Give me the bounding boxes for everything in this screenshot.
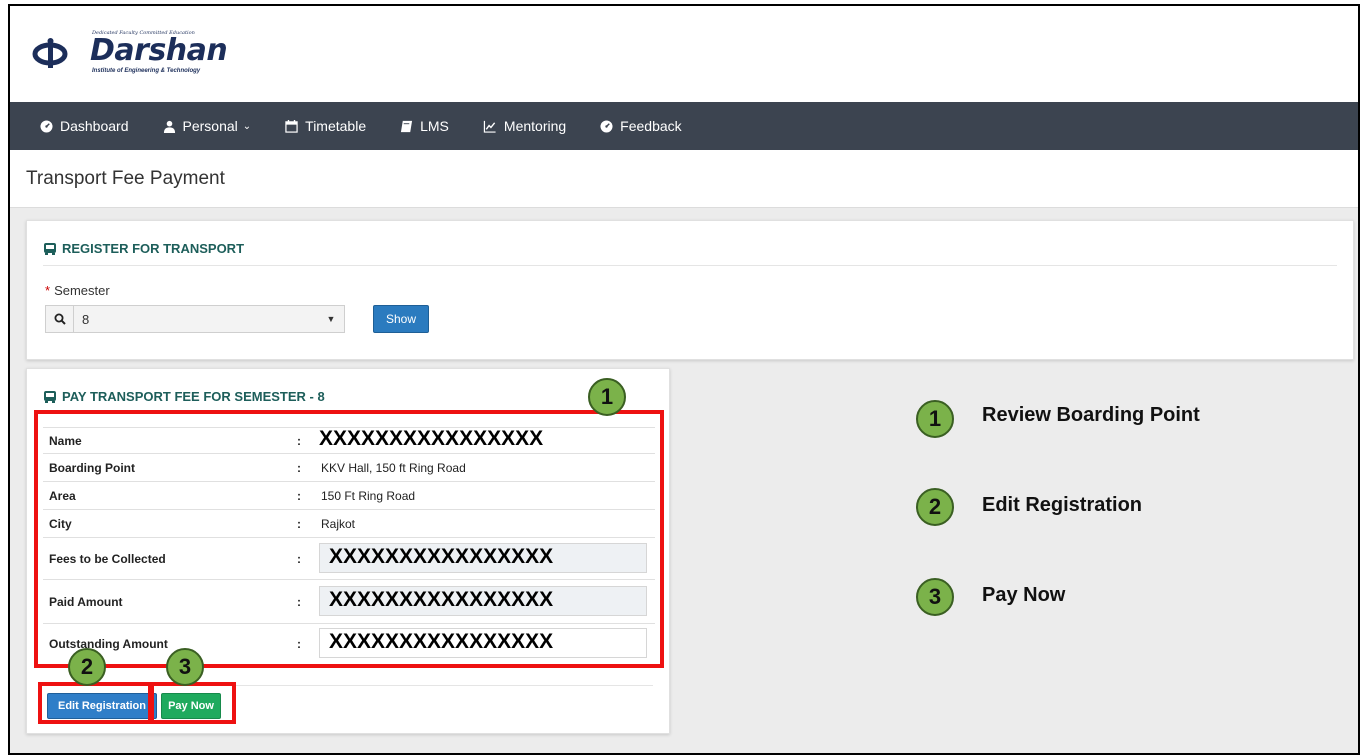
- legend-badge-2: 2: [916, 488, 954, 526]
- highlight-edit-registration: [38, 682, 152, 724]
- register-heading-text: REGISTER FOR TRANSPORT: [62, 241, 245, 256]
- caret-down-icon: ▼: [326, 314, 336, 324]
- book-icon: [401, 120, 413, 132]
- divider: [43, 265, 1337, 266]
- nav-mentoring-label: Mentoring: [503, 118, 567, 134]
- semester-select[interactable]: 8 ▼: [45, 305, 345, 333]
- annotation-badge-1: 1: [588, 378, 626, 416]
- nav-lms-label: LMS: [420, 118, 449, 134]
- page-title: Transport Fee Payment: [26, 168, 225, 189]
- pay-heading-text: PAY TRANSPORT FEE FOR SEMESTER - 8: [62, 389, 325, 404]
- legend-pay-now: Pay Now: [982, 584, 1066, 606]
- nav-dashboard[interactable]: Dashboard: [40, 118, 129, 134]
- nav-feedback-label: Feedback: [620, 118, 682, 134]
- show-button[interactable]: Show: [373, 305, 429, 333]
- nav-personal-label: Personal: [182, 118, 238, 134]
- logo[interactable]: Dedicated Faculty Committed Education Da…: [32, 28, 232, 78]
- register-transport-card: REGISTER FOR TRANSPORT * Semester 8 ▼ Sho…: [26, 220, 1354, 360]
- logo-mark-icon: [32, 38, 68, 68]
- bus-icon: [44, 242, 56, 255]
- chart-line-icon: [483, 120, 496, 133]
- brand-subtitle: Institute of Engineering & Technology: [92, 68, 201, 74]
- legend-badge-1: 1: [916, 400, 954, 438]
- search-icon: [54, 313, 66, 325]
- pay-heading: PAY TRANSPORT FEE FOR SEMESTER - 8: [43, 389, 325, 404]
- nav-personal[interactable]: Personal ⌄: [163, 118, 252, 134]
- dashboard-icon: [40, 119, 53, 133]
- legend-edit-registration: Edit Registration: [982, 494, 1143, 516]
- page-title-bar: Transport Fee Payment: [10, 150, 1358, 208]
- calendar-icon: [285, 119, 298, 133]
- brand-name: Darshan: [90, 33, 228, 68]
- chevron-down-icon: ⌄: [242, 120, 252, 132]
- semester-label: * Semester: [45, 283, 110, 298]
- nav-lms[interactable]: LMS: [400, 118, 449, 134]
- semester-search-addon: [46, 306, 74, 332]
- divider: [187, 685, 653, 686]
- user-icon: [163, 120, 175, 133]
- semester-label-text: Semester: [54, 283, 110, 298]
- nav-timetable[interactable]: Timetable: [285, 118, 366, 134]
- legend-badge-3: 3: [916, 578, 954, 616]
- highlight-pay-now: [150, 682, 236, 724]
- nav-timetable-label: Timetable: [305, 118, 367, 134]
- header: Dedicated Faculty Committed Education Da…: [10, 6, 1358, 102]
- semester-value: 8: [82, 311, 90, 327]
- dashboard-icon: [600, 119, 613, 133]
- annotation-badge-3: 3: [166, 648, 204, 686]
- bus-icon: [44, 390, 56, 403]
- legend-review-boarding-point: Review Boarding Point: [982, 404, 1200, 426]
- main-navbar: Dashboard Personal ⌄ Timetable LMS Mento…: [10, 102, 1358, 150]
- nav-feedback[interactable]: Feedback: [600, 118, 682, 134]
- highlight-fee-details: [34, 410, 664, 668]
- app-frame: Dedicated Faculty Committed Education Da…: [8, 4, 1360, 755]
- register-heading: REGISTER FOR TRANSPORT: [43, 241, 244, 256]
- nav-mentoring[interactable]: Mentoring: [483, 118, 566, 134]
- required-marker: *: [45, 283, 51, 298]
- nav-dashboard-label: Dashboard: [60, 118, 129, 134]
- annotation-badge-2: 2: [68, 648, 106, 686]
